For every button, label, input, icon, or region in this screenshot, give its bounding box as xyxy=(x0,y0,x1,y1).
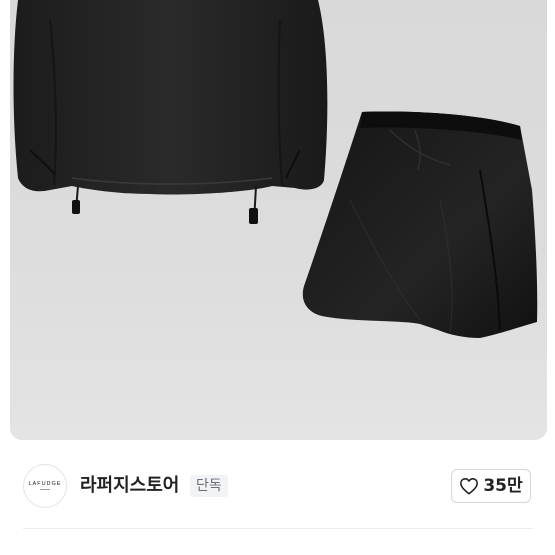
like-count: 35만 xyxy=(483,476,523,496)
shorts-garment xyxy=(302,111,538,338)
product-page: LAFUDGE 라퍼지스토어 단독 35만 xyxy=(0,0,555,555)
divider xyxy=(23,528,533,529)
heart-outline-icon xyxy=(460,478,479,495)
store-logo-text: LAFUDGE xyxy=(28,480,62,487)
product-image[interactable] xyxy=(10,0,547,440)
store-logo[interactable]: LAFUDGE xyxy=(23,464,67,508)
store-info-row: LAFUDGE 라퍼지스토어 단독 35만 xyxy=(0,458,555,518)
exclusive-badge: 단독 xyxy=(190,475,228,497)
store-logo-underline xyxy=(40,489,50,491)
product-photo-illustration xyxy=(13,0,538,338)
description-preview xyxy=(28,549,298,555)
like-button[interactable]: 35만 xyxy=(451,469,531,503)
jacket-garment xyxy=(13,0,328,224)
store-name[interactable]: 라퍼지스토어 xyxy=(80,475,179,497)
